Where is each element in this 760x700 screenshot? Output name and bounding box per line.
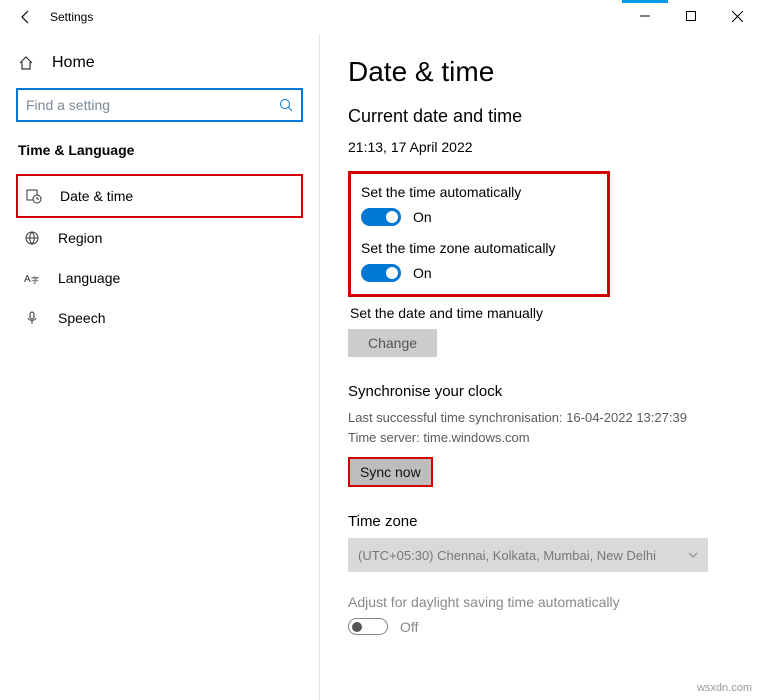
sidebar-item-label: Speech: [58, 310, 105, 326]
home-icon: [18, 55, 36, 71]
home-link[interactable]: Home: [16, 48, 303, 88]
search-input[interactable]: [26, 97, 279, 113]
manual-datetime-label: Set the date and time manually: [350, 305, 732, 321]
timezone-heading: Time zone: [348, 513, 732, 530]
language-icon: A字: [24, 270, 42, 286]
dst-state: Off: [400, 619, 418, 635]
auto-time-label: Set the time automatically: [361, 184, 595, 200]
current-datetime-heading: Current date and time: [348, 106, 732, 127]
home-label: Home: [52, 54, 95, 72]
sidebar-item-region[interactable]: Region: [16, 218, 303, 258]
sync-heading: Synchronise your clock: [348, 383, 732, 400]
globe-icon: [24, 230, 42, 246]
calendar-clock-icon: [26, 188, 44, 204]
auto-tz-state: On: [413, 265, 432, 281]
search-icon: [279, 98, 293, 112]
sync-server-label: Time server: time.windows.com: [348, 428, 732, 448]
sidebar-item-date-time[interactable]: Date & time: [16, 174, 303, 218]
auto-tz-label: Set the time zone automatically: [361, 240, 595, 256]
sync-last-label: Last successful time synchronisation: 16…: [348, 408, 732, 428]
timezone-select: (UTC+05:30) Chennai, Kolkata, Mumbai, Ne…: [348, 538, 708, 572]
arrow-left-icon: [18, 9, 34, 25]
main-content: Date & time Current date and time 21:13,…: [320, 34, 760, 700]
change-button: Change: [348, 329, 437, 357]
sync-info: Last successful time synchronisation: 16…: [348, 408, 732, 447]
sidebar: Home Time & Language Date & time Region …: [0, 34, 320, 700]
maximize-icon: [686, 11, 696, 21]
current-datetime-value: 21:13, 17 April 2022: [348, 139, 732, 155]
sidebar-item-language[interactable]: A字 Language: [16, 258, 303, 298]
sidebar-item-label: Region: [58, 230, 102, 246]
page-title: Date & time: [348, 56, 732, 88]
section-heading: Time & Language: [16, 142, 303, 158]
auto-tz-toggle[interactable]: [361, 264, 401, 282]
sidebar-item-speech[interactable]: Speech: [16, 298, 303, 338]
chevron-down-icon: [688, 552, 698, 558]
watermark: wsxdn.com: [697, 682, 752, 694]
close-button[interactable]: [714, 0, 760, 32]
window-controls: [622, 0, 760, 32]
close-icon: [732, 11, 743, 22]
sidebar-item-label: Date & time: [60, 188, 133, 204]
auto-time-toggle[interactable]: [361, 208, 401, 226]
sidebar-item-label: Language: [58, 270, 120, 286]
svg-text:字: 字: [31, 275, 39, 285]
svg-text:A: A: [24, 274, 31, 285]
minimize-button[interactable]: [622, 0, 668, 32]
sync-now-button[interactable]: Sync now: [348, 457, 433, 487]
timezone-value: (UTC+05:30) Chennai, Kolkata, Mumbai, Ne…: [358, 548, 656, 563]
dst-label: Adjust for daylight saving time automati…: [348, 594, 732, 610]
dst-toggle: [348, 618, 388, 635]
search-box[interactable]: [16, 88, 303, 122]
window-title: Settings: [50, 10, 93, 24]
minimize-icon: [640, 11, 650, 21]
auto-settings-highlight: Set the time automatically On Set the ti…: [348, 171, 610, 297]
back-button[interactable]: [12, 3, 40, 31]
microphone-icon: [24, 310, 42, 326]
auto-time-state: On: [413, 209, 432, 225]
maximize-button[interactable]: [668, 0, 714, 32]
